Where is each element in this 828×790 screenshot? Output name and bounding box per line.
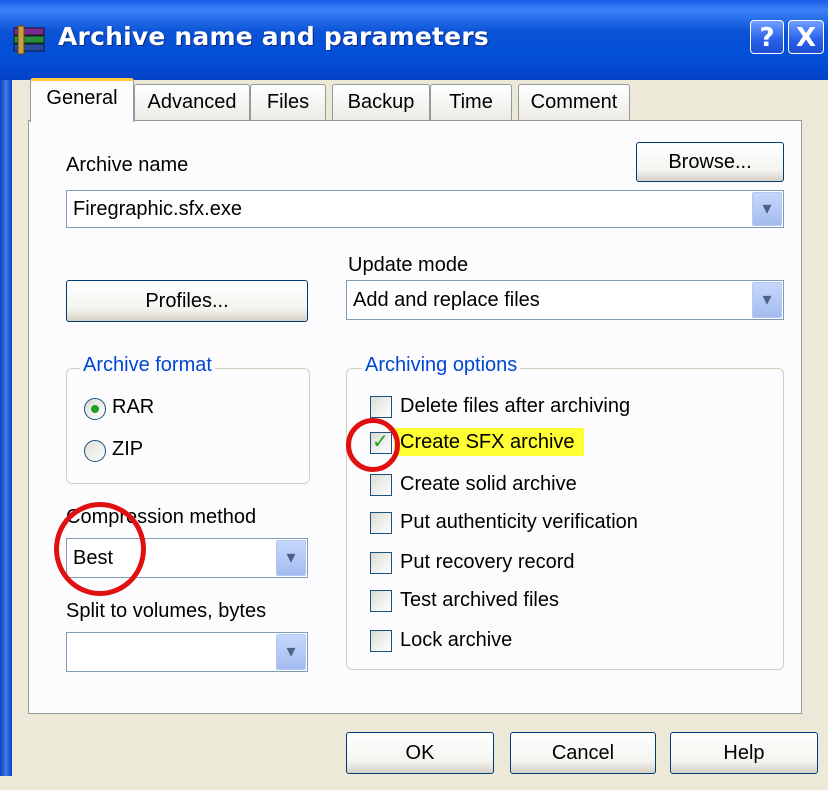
test-files-checkbox[interactable] [370, 590, 392, 612]
recovery-record-label[interactable]: Put recovery record [400, 551, 575, 574]
archive-name-label: Archive name [66, 154, 189, 176]
profiles-button[interactable]: Profiles... [66, 280, 308, 322]
ok-button[interactable]: OK [346, 732, 494, 774]
browse-button[interactable]: Browse... [636, 142, 784, 182]
test-files-label[interactable]: Test archived files [400, 589, 559, 612]
create-solid-label[interactable]: Create solid archive [400, 473, 577, 496]
radio-selected-dot [91, 405, 99, 413]
rar-radio-label[interactable]: RAR [112, 396, 154, 419]
rar-radio[interactable] [84, 398, 106, 420]
archive-format-group [66, 368, 310, 484]
create-sfx-label[interactable]: Create SFX archive [400, 431, 575, 454]
zip-radio[interactable] [84, 440, 106, 462]
annotation-circle-compression [54, 502, 146, 596]
update-mode-value: Add and replace files [353, 289, 540, 311]
authenticity-label[interactable]: Put authenticity verification [400, 511, 638, 534]
lock-archive-label[interactable]: Lock archive [400, 629, 512, 652]
chevron-down-icon: ▾ [286, 641, 296, 662]
help-button[interactable]: Help [670, 732, 818, 774]
annotation-circle-sfx [346, 418, 400, 472]
delete-files-label[interactable]: Delete files after archiving [400, 395, 630, 418]
authenticity-checkbox[interactable] [370, 512, 392, 534]
delete-files-checkbox[interactable] [370, 396, 392, 418]
recovery-record-checkbox[interactable] [370, 552, 392, 574]
split-volumes-label: Split to volumes, bytes [66, 600, 267, 622]
archive-name-dropdown-button[interactable]: ▾ [752, 192, 782, 226]
dialog-window: Archive name and parameters ? X General … [0, 0, 828, 790]
archive-name-combo[interactable]: Firegraphic.sfx.exe ▾ [66, 190, 784, 228]
update-mode-combo[interactable]: Add and replace files ▾ [346, 280, 784, 320]
archive-format-title: Archive format [80, 354, 215, 377]
chevron-down-icon: ▾ [762, 289, 772, 310]
archive-name-value: Firegraphic.sfx.exe [73, 198, 242, 220]
chevron-down-icon: ▾ [762, 198, 772, 219]
update-mode-dropdown-button[interactable]: ▾ [752, 282, 782, 318]
archiving-options-title: Archiving options [362, 354, 521, 377]
create-solid-checkbox[interactable] [370, 474, 392, 496]
chevron-down-icon: ▾ [286, 547, 296, 568]
update-mode-label: Update mode [348, 254, 469, 276]
compression-method-dropdown-button[interactable]: ▾ [276, 540, 306, 576]
lock-archive-checkbox[interactable] [370, 630, 392, 652]
split-volumes-combo[interactable]: ▾ [66, 632, 308, 672]
split-volumes-dropdown-button[interactable]: ▾ [276, 634, 306, 670]
cancel-button[interactable]: Cancel [510, 732, 656, 774]
zip-radio-label[interactable]: ZIP [112, 438, 143, 461]
